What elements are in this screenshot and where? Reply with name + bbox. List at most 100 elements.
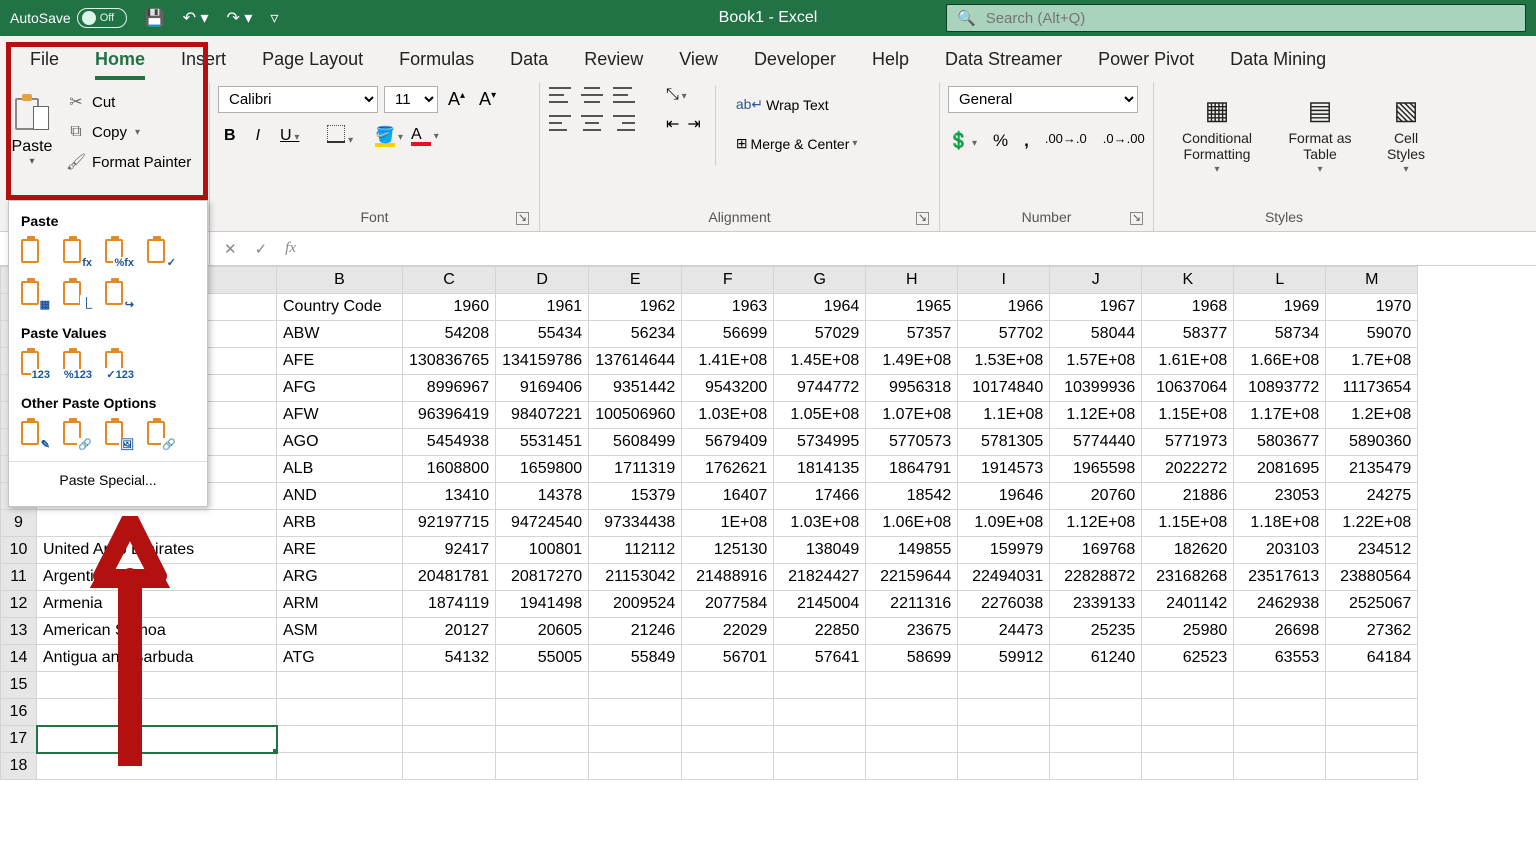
cell[interactable]: ASM bbox=[277, 618, 403, 645]
cell[interactable] bbox=[866, 753, 958, 780]
cell[interactable]: 92197715 bbox=[403, 510, 496, 537]
increase-decimal-icon[interactable]: .00→.0 bbox=[1045, 131, 1087, 151]
cell[interactable] bbox=[496, 726, 589, 753]
wrap-text-button[interactable]: ab↵ Wrap Text bbox=[730, 92, 864, 117]
cell[interactable]: 55434 bbox=[496, 321, 589, 348]
cell[interactable] bbox=[277, 726, 403, 753]
cell[interactable]: 21824427 bbox=[774, 564, 866, 591]
cell[interactable]: 55005 bbox=[496, 645, 589, 672]
cell[interactable] bbox=[774, 753, 866, 780]
cell[interactable] bbox=[589, 726, 682, 753]
cell[interactable]: 25235 bbox=[1050, 618, 1142, 645]
italic-button[interactable]: I bbox=[250, 123, 266, 149]
cell[interactable]: 97334438 bbox=[589, 510, 682, 537]
cell[interactable] bbox=[1142, 753, 1234, 780]
cell[interactable]: 1.2E+08 bbox=[1326, 402, 1418, 429]
cell[interactable]: 203103 bbox=[1234, 537, 1326, 564]
cell[interactable]: 182620 bbox=[1142, 537, 1234, 564]
cell[interactable]: 2525067 bbox=[1326, 591, 1418, 618]
undo-icon[interactable]: ↶ ▾ bbox=[183, 8, 209, 28]
cell[interactable]: 1.15E+08 bbox=[1142, 402, 1234, 429]
tab-file[interactable]: File bbox=[12, 36, 77, 82]
cell[interactable] bbox=[1050, 726, 1142, 753]
cell[interactable]: ARE bbox=[277, 537, 403, 564]
cell[interactable]: 25980 bbox=[1142, 618, 1234, 645]
percent-format-icon[interactable]: % bbox=[993, 131, 1008, 151]
cell[interactable]: 64184 bbox=[1326, 645, 1418, 672]
cell[interactable] bbox=[866, 726, 958, 753]
cell[interactable]: 23880564 bbox=[1326, 564, 1418, 591]
cell[interactable]: 1762621 bbox=[682, 456, 774, 483]
cell[interactable]: 169768 bbox=[1050, 537, 1142, 564]
cell[interactable]: 92417 bbox=[403, 537, 496, 564]
cell[interactable]: 10174840 bbox=[958, 375, 1050, 402]
paste-option-icon[interactable]: ▦ bbox=[21, 281, 51, 311]
cell[interactable]: 54132 bbox=[403, 645, 496, 672]
decrease-indent-icon[interactable]: ⇤ bbox=[666, 114, 679, 134]
paste-option-icon[interactable]: 🔗 bbox=[147, 421, 177, 451]
cell[interactable] bbox=[1050, 699, 1142, 726]
worksheet-grid[interactable]: ABCDEFGHIJKLM1Country Code19601961196219… bbox=[0, 266, 1536, 780]
autosave-toggle[interactable]: AutoSave Off bbox=[10, 8, 127, 28]
cell[interactable]: 56234 bbox=[589, 321, 682, 348]
cell[interactable]: 57357 bbox=[866, 321, 958, 348]
cell[interactable]: 125130 bbox=[682, 537, 774, 564]
cell[interactable]: 1.49E+08 bbox=[866, 348, 958, 375]
cell[interactable]: 15379 bbox=[589, 483, 682, 510]
cell[interactable]: 96396419 bbox=[403, 402, 496, 429]
border-button[interactable] bbox=[327, 125, 353, 148]
cell[interactable]: 19646 bbox=[958, 483, 1050, 510]
font-name-select[interactable]: Calibri bbox=[218, 86, 378, 113]
cell[interactable]: 9744772 bbox=[774, 375, 866, 402]
row-header[interactable]: 13 bbox=[1, 618, 37, 645]
align-middle-icon[interactable] bbox=[580, 86, 604, 104]
cell[interactable]: 20817270 bbox=[496, 564, 589, 591]
cell[interactable] bbox=[277, 699, 403, 726]
cell[interactable]: 5803677 bbox=[1234, 429, 1326, 456]
cell[interactable] bbox=[1142, 672, 1234, 699]
tab-view[interactable]: View bbox=[661, 36, 736, 82]
tab-data-mining[interactable]: Data Mining bbox=[1212, 36, 1344, 82]
cell[interactable]: 1.15E+08 bbox=[1142, 510, 1234, 537]
cell[interactable]: 1874119 bbox=[403, 591, 496, 618]
fill-color-button[interactable]: 🪣 bbox=[375, 125, 403, 147]
cell[interactable]: 9543200 bbox=[682, 375, 774, 402]
cell[interactable]: 1608800 bbox=[403, 456, 496, 483]
cell[interactable] bbox=[589, 753, 682, 780]
cell[interactable] bbox=[403, 672, 496, 699]
paste-dropdown-icon[interactable]: ▾ bbox=[29, 156, 34, 167]
cell[interactable]: 1814135 bbox=[774, 456, 866, 483]
paste-option-icon[interactable] bbox=[21, 239, 51, 269]
cell[interactable]: 23168268 bbox=[1142, 564, 1234, 591]
cell[interactable]: 59912 bbox=[958, 645, 1050, 672]
cell[interactable] bbox=[958, 726, 1050, 753]
cell[interactable]: 23053 bbox=[1234, 483, 1326, 510]
cell[interactable]: 2276038 bbox=[958, 591, 1050, 618]
cell[interactable]: 234512 bbox=[1326, 537, 1418, 564]
row-header[interactable]: 12 bbox=[1, 591, 37, 618]
paste-option-icon[interactable]: ↪ bbox=[105, 281, 135, 311]
cell[interactable]: 62523 bbox=[1142, 645, 1234, 672]
cell[interactable]: 1969 bbox=[1234, 294, 1326, 321]
paste-option-icon[interactable]: 🔗 bbox=[63, 421, 93, 451]
tab-insert[interactable]: Insert bbox=[163, 36, 244, 82]
decrease-decimal-icon[interactable]: .0→.00 bbox=[1103, 131, 1145, 151]
cell[interactable]: 5679409 bbox=[682, 429, 774, 456]
cell[interactable]: 18542 bbox=[866, 483, 958, 510]
cell-styles-button[interactable]: ▧ Cell Styles bbox=[1368, 86, 1444, 181]
cell[interactable] bbox=[496, 753, 589, 780]
cell[interactable]: 20481781 bbox=[403, 564, 496, 591]
cell[interactable] bbox=[37, 753, 277, 780]
underline-button[interactable]: U bbox=[274, 123, 305, 149]
cell[interactable] bbox=[403, 753, 496, 780]
number-format-select[interactable]: General bbox=[948, 86, 1138, 113]
cell[interactable]: 54208 bbox=[403, 321, 496, 348]
decrease-font-icon[interactable]: A▾ bbox=[475, 89, 500, 110]
cell[interactable]: 13410 bbox=[403, 483, 496, 510]
cell[interactable]: ALB bbox=[277, 456, 403, 483]
cell[interactable]: 1.09E+08 bbox=[958, 510, 1050, 537]
cell[interactable]: 22029 bbox=[682, 618, 774, 645]
cell[interactable]: 1.57E+08 bbox=[1050, 348, 1142, 375]
fx-icon[interactable]: fx bbox=[285, 240, 296, 258]
font-size-select[interactable]: 11 bbox=[384, 86, 438, 113]
